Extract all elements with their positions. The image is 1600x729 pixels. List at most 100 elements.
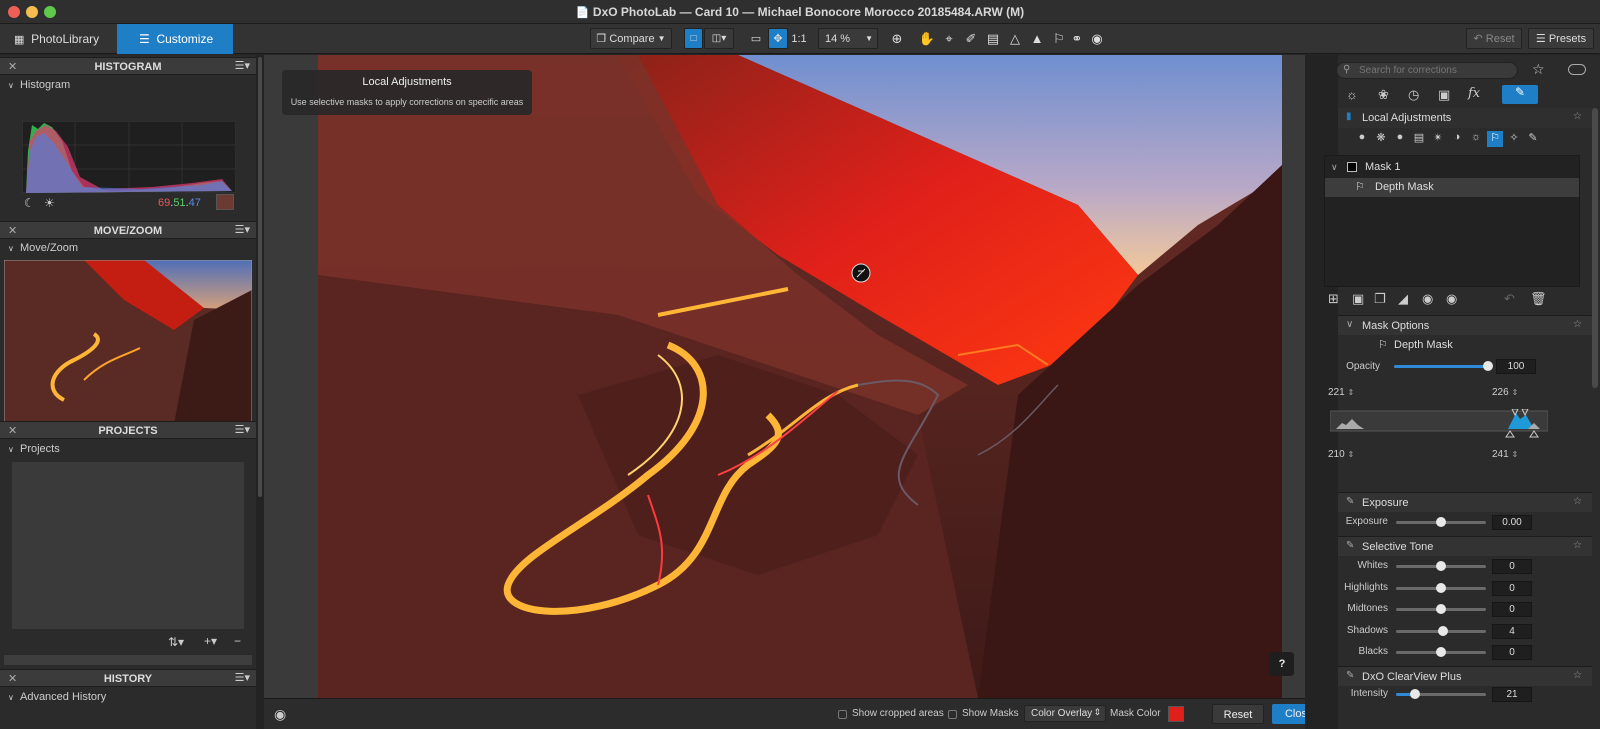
light-palette-icon[interactable]: ☼ xyxy=(1346,87,1358,102)
trash-icon[interactable]: 🗑 xyxy=(1530,291,1547,307)
crop-tool-icon[interactable]: ⌖ xyxy=(940,30,958,48)
move-button[interactable]: ✥ xyxy=(768,28,788,49)
depth-high-top-field[interactable]: 226 ⇕ xyxy=(1492,387,1518,398)
sun-icon[interactable]: ☀ xyxy=(44,196,55,210)
zoom-in-icon[interactable]: ⊕ xyxy=(888,30,906,48)
hand-tool-icon[interactable]: ✋ xyxy=(918,30,936,48)
mask-color-swatch[interactable] xyxy=(1168,706,1184,722)
shadows-value[interactable]: 4 xyxy=(1492,623,1532,639)
single-view-button[interactable]: □ xyxy=(684,28,703,49)
split-view-button[interactable]: ◫▾ xyxy=(704,28,734,49)
local-palette-icon[interactable]: ✎ xyxy=(1502,85,1538,104)
right-panel-scrollbar[interactable] xyxy=(1592,108,1598,388)
local-adjustments-header[interactable]: ▮ Local Adjustments ☆ xyxy=(1338,108,1592,128)
highlights-slider-handle[interactable] xyxy=(1436,582,1446,593)
depth-range-graph[interactable] xyxy=(1330,409,1548,439)
line-mask-icon[interactable]: ✎ xyxy=(1525,131,1541,147)
intensity-slider-handle[interactable] xyxy=(1409,689,1420,699)
perspective-tool-icon[interactable]: △ xyxy=(1006,30,1024,48)
star-icon[interactable]: ☆ xyxy=(1573,319,1582,330)
control-point-mask-icon[interactable]: ● xyxy=(1354,131,1370,147)
undo-icon[interactable]: ↶ xyxy=(1504,291,1515,307)
depth-low-bottom-field[interactable]: 210 ⇕ xyxy=(1328,449,1354,460)
star-icon[interactable]: ☆ xyxy=(1573,111,1582,122)
reset-local-button[interactable]: Reset xyxy=(1212,704,1264,724)
mask1-label[interactable]: Mask 1 xyxy=(1365,161,1400,173)
projects-scrollbar[interactable] xyxy=(4,655,252,665)
transform-tool-icon[interactable]: ▲ xyxy=(1028,30,1046,48)
straighten-tool-icon[interactable]: ▤ xyxy=(984,30,1002,48)
help-button[interactable]: ? xyxy=(1270,652,1294,676)
star-icon[interactable]: ☆ xyxy=(1573,496,1582,507)
left-panel-scrollbar[interactable] xyxy=(256,55,264,729)
repair-mask-icon[interactable]: ◑ xyxy=(1449,131,1465,147)
shadows-slider-handle[interactable] xyxy=(1437,625,1448,636)
intensity-value[interactable]: 21 xyxy=(1492,687,1532,702)
history-header[interactable]: ✕ HISTORY ☰▾ xyxy=(0,669,256,687)
projects-subheader[interactable]: ∨ Projects xyxy=(8,443,60,455)
auto-mask-mask-icon[interactable]: ✴ xyxy=(1430,131,1446,147)
blacks-value[interactable]: 0 xyxy=(1492,645,1532,660)
compare-button[interactable]: ❐ Compare ▼ xyxy=(590,28,672,49)
fit-screen-button[interactable]: ▭ xyxy=(745,28,767,49)
blacks-slider-handle[interactable] xyxy=(1436,647,1446,657)
panel-menu-icon[interactable]: ☰▾ xyxy=(235,59,250,72)
opacity-value[interactable]: 100 xyxy=(1496,359,1536,374)
opacity-handle[interactable] xyxy=(1483,361,1493,371)
opacity-slider[interactable] xyxy=(1394,361,1493,373)
histogram-subheader[interactable]: ∨ Histogram xyxy=(8,79,70,91)
geometry-palette-icon[interactable]: ▣ xyxy=(1438,87,1450,103)
luminosity-mask-icon[interactable]: ☼ xyxy=(1468,131,1484,147)
histogram-header[interactable]: ✕ HISTOGRAM ☰▾ xyxy=(0,57,256,75)
selective-tone-header[interactable]: ✎ Selective Tone ☆ xyxy=(1338,536,1592,556)
exposure-slider-handle[interactable] xyxy=(1436,517,1446,527)
midtones-value[interactable]: 0 xyxy=(1492,602,1532,617)
depth-high-bottom-field[interactable]: 241 ⇕ xyxy=(1492,449,1518,460)
zoom-select[interactable]: 14 % ▼ xyxy=(818,28,878,49)
navigator-thumbnail[interactable] xyxy=(4,260,252,424)
show-masks-checkbox[interactable] xyxy=(948,710,957,719)
history-subheader[interactable]: ∨ Advanced History xyxy=(8,691,106,703)
overlay-select[interactable]: Color Overlay ⇕ xyxy=(1024,705,1106,722)
gradient-mask-icon[interactable]: ▤ xyxy=(1411,131,1427,147)
remove-icon[interactable]: − xyxy=(234,634,241,648)
projects-list[interactable] xyxy=(12,462,244,629)
depth-mask-row[interactable]: ⚐ Depth Mask xyxy=(1325,178,1579,197)
panel-menu-icon[interactable]: ☰▾ xyxy=(235,671,250,684)
add-subtract-icon[interactable]: ▣ xyxy=(1352,291,1364,307)
toggle-icon[interactable] xyxy=(1568,64,1586,75)
star-icon[interactable]: ☆ xyxy=(1532,61,1545,78)
eraser-mask-icon[interactable]: ● xyxy=(1392,131,1408,147)
highlights-value[interactable]: 0 xyxy=(1492,580,1532,596)
duplicate-icon[interactable]: ❐ xyxy=(1374,291,1386,307)
color-mask-icon[interactable]: ✧ xyxy=(1506,131,1522,147)
depth-mask-icon[interactable]: ⚐ xyxy=(1487,131,1503,147)
moon-icon[interactable]: ☾ xyxy=(24,196,35,210)
tab-customize[interactable]: ☰ Customize xyxy=(117,24,233,54)
visibility-icon[interactable]: ◉ xyxy=(1446,291,1457,307)
movezoom-subheader[interactable]: ∨ Move/Zoom xyxy=(8,242,78,254)
eye-preview-icon[interactable]: ◉ xyxy=(1088,30,1106,48)
fill-icon[interactable]: ◉ xyxy=(1422,291,1433,307)
tab-photolibrary[interactable]: ▦ PhotoLibrary xyxy=(0,24,116,54)
whites-slider-handle[interactable] xyxy=(1436,561,1446,571)
one-to-one-button[interactable]: 1:1 xyxy=(789,28,809,49)
panel-menu-icon[interactable]: ☰▾ xyxy=(235,223,250,236)
star-icon[interactable]: ☆ xyxy=(1573,540,1582,551)
mask-options-header[interactable]: ∨ Mask Options ☆ xyxy=(1338,315,1592,335)
show-cropped-checkbox[interactable] xyxy=(838,710,847,719)
panel-menu-icon[interactable]: ☰▾ xyxy=(235,423,250,436)
exposure-value[interactable]: 0.00 xyxy=(1492,515,1532,530)
local-adjust-tool-icon[interactable]: ⚐ xyxy=(1050,30,1068,48)
invert-icon[interactable]: ◢ xyxy=(1398,291,1408,307)
add-icon[interactable]: +▾ xyxy=(204,634,217,648)
whites-value[interactable]: 0 xyxy=(1492,559,1532,574)
midtones-slider-handle[interactable] xyxy=(1436,604,1446,614)
search-input[interactable] xyxy=(1359,64,1509,77)
add-mask-icon[interactable]: ⊞ xyxy=(1328,291,1339,307)
corrections-search[interactable]: ⚲ xyxy=(1336,62,1518,79)
color-palette-icon[interactable]: ❀ xyxy=(1378,87,1389,103)
depth-low-top-field[interactable]: 221 ⇕ xyxy=(1328,387,1354,398)
exposure-header[interactable]: ✎ Exposure ☆ xyxy=(1338,492,1592,512)
reset-button[interactable]: ↶ Reset xyxy=(1466,28,1522,49)
